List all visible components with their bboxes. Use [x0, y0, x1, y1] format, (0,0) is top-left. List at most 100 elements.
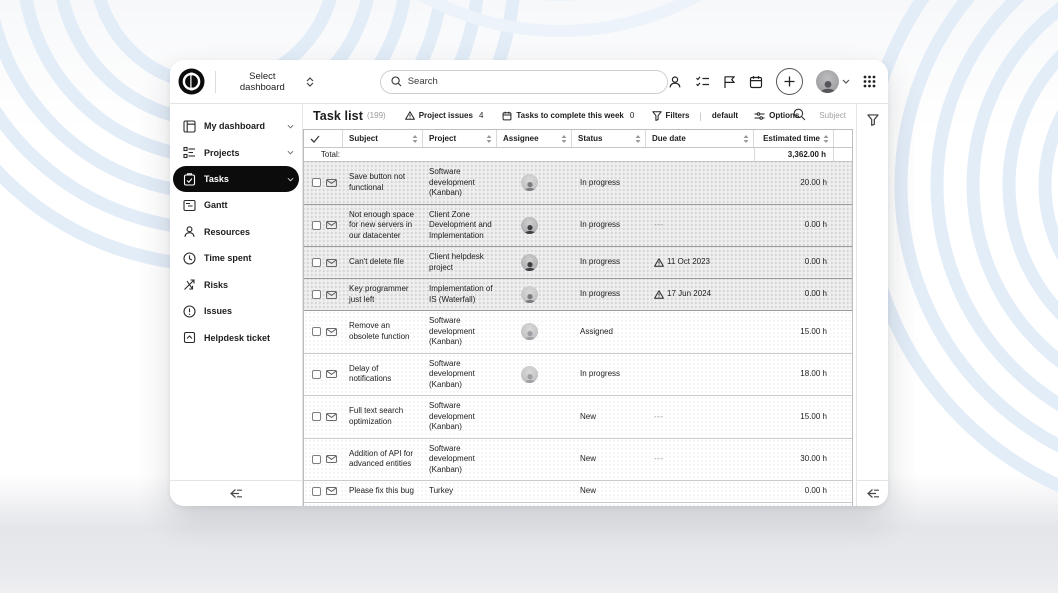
- envelope-icon[interactable]: [326, 259, 337, 267]
- row-checkbox[interactable]: [312, 327, 321, 336]
- table-row[interactable]: Remove an obsolete function Software dev…: [304, 311, 852, 354]
- row-checkbox[interactable]: [312, 370, 321, 379]
- right-panel-collapse-icon[interactable]: [864, 486, 882, 501]
- dashboard-selector[interactable]: Select dashboard: [226, 71, 314, 93]
- envelope-icon[interactable]: [326, 221, 337, 229]
- chevron-down-icon: [287, 177, 294, 182]
- select-all-header[interactable]: [304, 130, 343, 147]
- table-row[interactable]: Can't delete file Client helpdesk projec…: [304, 247, 852, 279]
- row-checkbox[interactable]: [312, 221, 321, 230]
- task-table: Subject Project Assignee Status Due date…: [303, 129, 853, 506]
- task-status: In progress: [580, 220, 620, 231]
- header-subject[interactable]: Subject: [343, 130, 423, 147]
- sort-icon: [823, 135, 829, 143]
- total-estimated-time: 3,362.00 h: [754, 148, 834, 161]
- user-avatar: [816, 70, 839, 93]
- sidebar-collapse-icon[interactable]: [229, 488, 243, 499]
- task-subject: Please fix this bug: [349, 486, 414, 497]
- table-body: Save button not functional Software deve…: [304, 162, 852, 506]
- sort-icon: [412, 135, 418, 143]
- sidebar-item-label: Tasks: [204, 174, 229, 184]
- table-search-icon[interactable]: [793, 108, 806, 124]
- assignee-avatar[interactable]: [521, 217, 538, 234]
- table-row[interactable]: Please fix this bug Turkey New 0.00 h: [304, 481, 852, 503]
- sliders-icon: [754, 111, 765, 121]
- sidebar-item-resources[interactable]: Resources: [170, 219, 302, 246]
- row-checkbox[interactable]: [312, 487, 321, 496]
- sidebar-item-helpdesk-ticket[interactable]: Helpdesk ticket: [170, 325, 302, 352]
- task-status: New: [580, 412, 596, 423]
- tasks-this-week-chip[interactable]: Tasks to complete this week 0: [502, 111, 634, 121]
- sidebar-item-tasks[interactable]: Tasks: [173, 166, 299, 192]
- assignee-avatar[interactable]: [521, 254, 538, 271]
- table-row[interactable]: Full text search optimization Software d…: [304, 396, 852, 439]
- sidebar-item-issues[interactable]: Issues: [170, 298, 302, 325]
- assignee-avatar[interactable]: [521, 286, 538, 303]
- envelope-icon[interactable]: [326, 413, 337, 421]
- checklist-icon[interactable]: [695, 75, 710, 88]
- sidebar-item-my-dashboard[interactable]: My dashboard: [170, 113, 302, 140]
- table-row[interactable]: Save button not functional Software deve…: [304, 162, 852, 205]
- table-row[interactable]: Delay of notifications Software developm…: [304, 354, 852, 397]
- sidebar-item-label: Resources: [204, 227, 250, 237]
- sidebar-item-label: Time spent: [204, 253, 251, 263]
- app-logo[interactable]: [178, 68, 205, 95]
- calendar-icon: [502, 111, 512, 121]
- apps-grid-icon[interactable]: [863, 75, 876, 88]
- filters-button[interactable]: Filters: [652, 111, 690, 121]
- header-status[interactable]: Status: [572, 130, 646, 147]
- row-checkbox[interactable]: [312, 178, 321, 187]
- table-row[interactable]: Addition of API for advanced entities So…: [304, 439, 852, 482]
- row-checkbox[interactable]: [312, 412, 321, 421]
- project-issues-chip[interactable]: Project issues 4: [405, 111, 484, 120]
- task-project: Client helpdesk project: [429, 252, 493, 273]
- envelope-icon[interactable]: [326, 455, 337, 463]
- column-search-placeholder[interactable]: Subject: [819, 111, 846, 120]
- header-spacer: [834, 130, 852, 147]
- search-icon: [391, 76, 402, 87]
- envelope-icon[interactable]: [326, 370, 337, 378]
- task-status: In progress: [580, 289, 620, 300]
- assignee-avatar[interactable]: [521, 366, 538, 383]
- table-row[interactable]: Key programmer just left Implementation …: [304, 279, 852, 311]
- sidebar-item-label: Gantt: [204, 200, 228, 210]
- header-estimated-time[interactable]: Estimated time: [754, 130, 834, 147]
- task-project: Software development (Kanban): [429, 316, 493, 348]
- assignee-avatar[interactable]: [521, 323, 538, 340]
- sort-icon: [486, 135, 492, 143]
- row-checkbox[interactable]: [312, 258, 321, 267]
- row-checkbox[interactable]: [312, 455, 321, 464]
- task-estimated-time: 0.00 h: [805, 220, 827, 231]
- envelope-icon[interactable]: [326, 291, 337, 299]
- task-subject: Not enough space for new servers in our …: [349, 210, 419, 242]
- sidebar-item-time-spent[interactable]: Time spent: [170, 245, 302, 272]
- sidebar-item-projects[interactable]: Projects: [170, 140, 302, 167]
- filters-default-value[interactable]: default: [712, 111, 738, 120]
- task-project: Software development (Kanban): [429, 401, 493, 433]
- row-checkbox[interactable]: [312, 290, 321, 299]
- global-search-input[interactable]: Search: [380, 70, 668, 94]
- main-content: Task list (199) Project issues 4 Tasks t…: [303, 104, 856, 506]
- envelope-icon[interactable]: [326, 328, 337, 336]
- filter-panel-icon[interactable]: [865, 112, 881, 128]
- user-icon[interactable]: [668, 75, 682, 89]
- assignee-avatar[interactable]: [521, 174, 538, 191]
- sidebar-footer: [170, 480, 302, 506]
- header-due-date[interactable]: Due date: [646, 130, 754, 147]
- flag-icon[interactable]: [723, 75, 736, 89]
- header-project[interactable]: Project: [423, 130, 497, 147]
- calendar-icon[interactable]: [749, 75, 763, 89]
- app-window: Select dashboard Search: [170, 60, 888, 506]
- sidebar-item-label: Helpdesk ticket: [204, 333, 270, 343]
- sidebar-item-gantt[interactable]: Gantt: [170, 192, 302, 219]
- envelope-icon[interactable]: [326, 179, 337, 187]
- topbar: Select dashboard Search: [170, 60, 888, 104]
- user-menu[interactable]: [816, 70, 850, 93]
- global-search-placeholder: Search: [408, 76, 438, 87]
- header-assignee[interactable]: Assignee: [497, 130, 572, 147]
- envelope-icon[interactable]: [326, 487, 337, 495]
- add-new-button[interactable]: [776, 68, 803, 95]
- sidebar-item-risks[interactable]: Risks: [170, 272, 302, 299]
- table-row[interactable]: Not enough space for new servers in our …: [304, 205, 852, 248]
- overdue-warning-icon: [654, 290, 664, 299]
